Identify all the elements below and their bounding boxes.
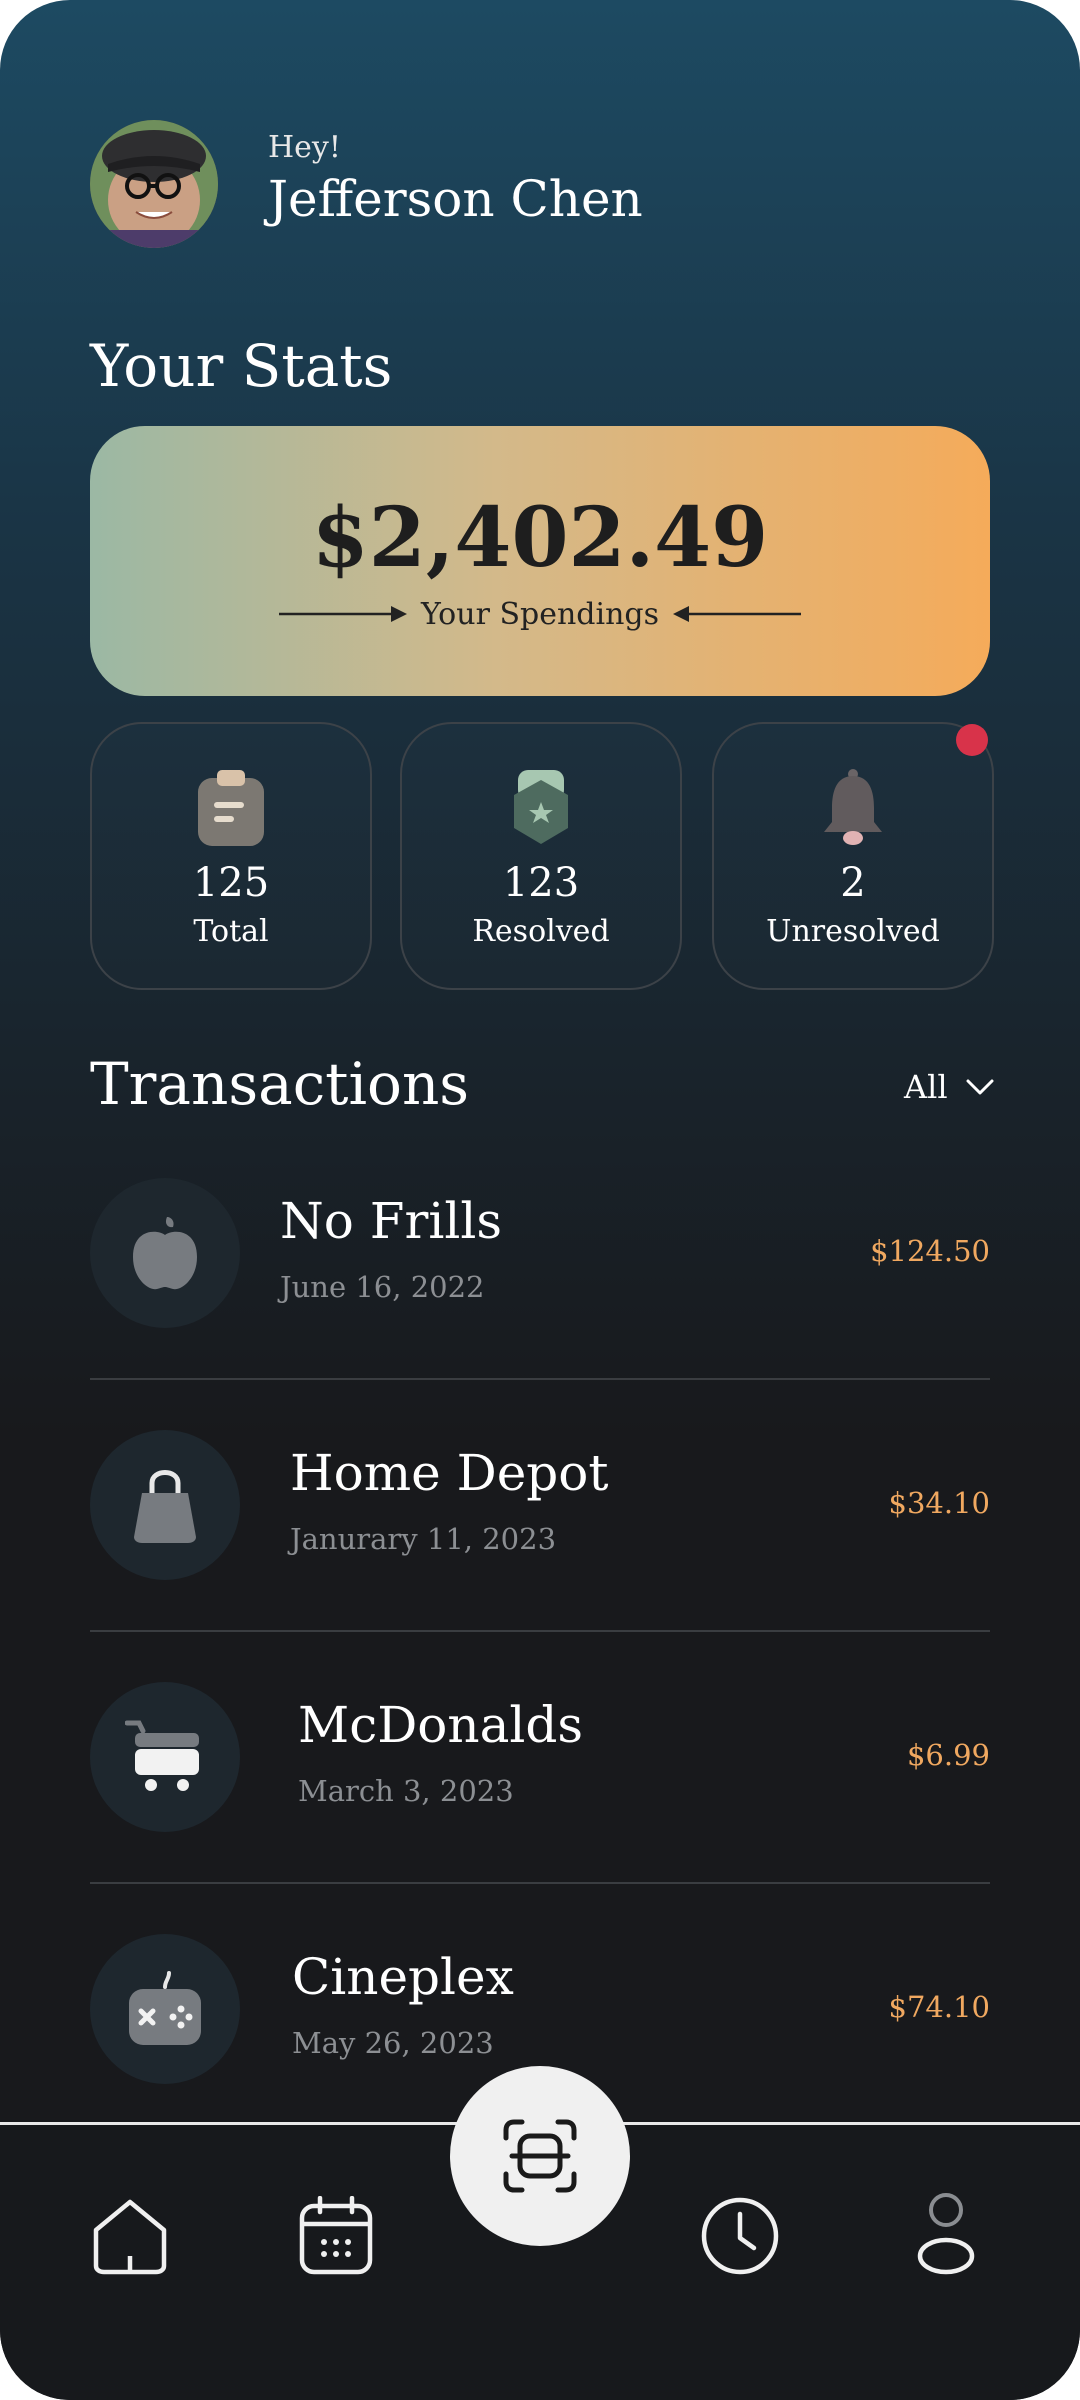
profile-icon [917, 2193, 975, 2275]
greeting-text: Hey! [268, 130, 341, 165]
stat-tile-total[interactable]: 125 Total [90, 722, 372, 990]
spendings-label-row: Your Spendings [90, 594, 990, 634]
scan-receipt-button[interactable] [450, 2066, 630, 2246]
calendar-icon [299, 2196, 373, 2275]
home-icon [93, 2199, 167, 2275]
user-avatar-photo [90, 120, 218, 248]
filter-selected-value: All [904, 1068, 948, 1106]
stats-title: Your Stats [90, 332, 393, 400]
transaction-name: Cineplex [292, 1948, 514, 2006]
profile-header: Hey! Jefferson Chen [90, 120, 990, 250]
stat-total-value: 125 [192, 860, 270, 906]
scan-icon [503, 2119, 577, 2193]
transaction-name: Home Depot [290, 1444, 609, 1502]
shopping-bag-icon [90, 1430, 240, 1580]
spendings-label: Your Spendings [420, 596, 659, 632]
spendings-amount: $2,402.49 [311, 490, 769, 586]
clock-icon [701, 2197, 779, 2275]
chevron-down-icon [966, 1079, 994, 1095]
transactions-title: Transactions [90, 1050, 470, 1118]
transactions-filter-dropdown[interactable]: All [904, 1068, 994, 1106]
transaction-amount: $34.10 [888, 1486, 990, 1520]
transaction-name: McDonalds [298, 1696, 584, 1754]
user-name: Jefferson Chen [268, 170, 643, 228]
divider [90, 1882, 990, 1884]
transaction-name: No Frills [280, 1192, 502, 1250]
app-screen: Hey! Jefferson Chen Your Stats $2,402.49… [0, 0, 1080, 2400]
stat-unresolved-value: 2 [840, 860, 866, 906]
stat-tile-unresolved[interactable]: 2 Unresolved [712, 722, 994, 990]
notification-dot [956, 724, 988, 756]
nav-home-button[interactable] [90, 2196, 170, 2276]
clipboard-icon [92, 768, 370, 848]
nav-calendar-button[interactable] [296, 2196, 376, 2276]
stats-tiles: 125 Total 123 Resolved 2 Unresolved [90, 722, 994, 990]
game-controller-icon [90, 1934, 240, 2084]
transaction-row[interactable]: No Frills June 16, 2022 $124.50 [90, 1178, 990, 1328]
stat-tile-resolved[interactable]: 123 Resolved [400, 722, 682, 990]
stat-unresolved-label: Unresolved [766, 914, 940, 949]
shopping-cart-icon [90, 1682, 240, 1832]
transaction-row[interactable]: McDonalds March 3, 2023 $6.99 [90, 1682, 990, 1832]
stat-total-label: Total [193, 914, 269, 949]
transaction-date: Janurary 11, 2023 [290, 1522, 557, 1556]
spendings-card[interactable]: $2,402.49 Your Spendings [90, 426, 990, 696]
divider [90, 1378, 990, 1380]
transaction-amount: $6.99 [906, 1738, 990, 1772]
transaction-date: March 3, 2023 [298, 1774, 514, 1808]
divider [90, 1630, 990, 1632]
transaction-amount: $74.10 [888, 1990, 990, 2024]
arrow-left-icon [673, 606, 801, 622]
transaction-amount: $124.50 [870, 1234, 990, 1268]
arrow-right-icon [278, 606, 407, 622]
transaction-date: May 26, 2023 [292, 2026, 494, 2060]
apple-icon [90, 1178, 240, 1328]
nav-profile-button[interactable] [906, 2192, 986, 2276]
transaction-row[interactable]: Home Depot Janurary 11, 2023 $34.10 [90, 1430, 990, 1580]
stat-resolved-label: Resolved [472, 914, 610, 949]
nav-history-button[interactable] [700, 2196, 780, 2276]
transaction-row[interactable]: Cineplex May 26, 2023 $74.10 [90, 1934, 990, 2084]
bell-icon [714, 768, 992, 848]
transaction-date: June 16, 2022 [280, 1270, 485, 1304]
stat-resolved-value: 123 [502, 860, 580, 906]
badge-check-icon [402, 768, 680, 848]
avatar[interactable] [90, 120, 218, 248]
